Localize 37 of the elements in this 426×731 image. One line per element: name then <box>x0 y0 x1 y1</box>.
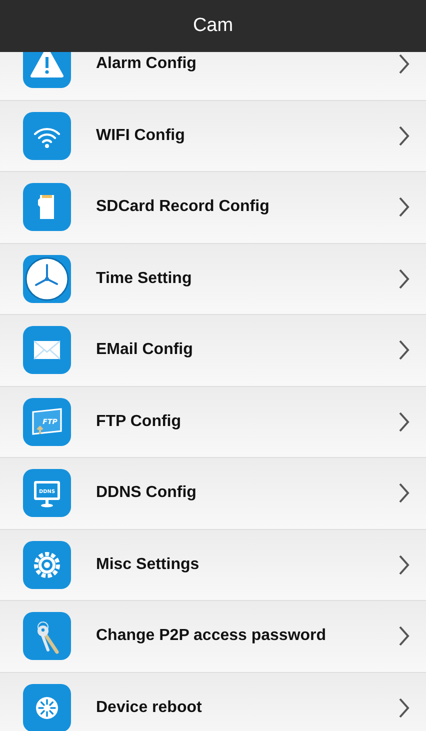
settings-icon <box>23 540 71 589</box>
envelope-icon <box>23 326 71 374</box>
settings-item[interactable]: Change P2P access password <box>0 601 426 672</box>
chevron-right-icon <box>398 410 410 433</box>
wifi-icon <box>23 112 71 160</box>
chevron-right-icon <box>398 482 410 504</box>
app-title: Cam <box>192 15 234 37</box>
settings-item[interactable]: SDCard Record Config <box>0 172 426 244</box>
item-label: EMail Config <box>96 341 194 360</box>
settings-item[interactable]: Misc Settings <box>0 530 426 601</box>
item-label: DDNS Config <box>96 484 198 502</box>
sd-card-icon <box>23 183 71 232</box>
item-label: Change P2P access password <box>96 627 328 646</box>
chevron-right-icon <box>398 124 410 147</box>
settings-item[interactable]: WIFI Config <box>0 100 426 172</box>
chevron-right-icon <box>398 339 410 362</box>
warning-icon <box>23 52 71 88</box>
key-icon <box>23 612 71 660</box>
chevron-right-icon <box>398 196 410 218</box>
settings-item[interactable]: Device reboot <box>0 672 426 731</box>
item-label: SDCard Record Config <box>96 198 270 216</box>
chevron-right-icon <box>398 53 410 76</box>
chevron-right-icon <box>398 268 410 290</box>
settings-item[interactable]: Alarm Config <box>0 52 426 100</box>
reboot-icon <box>23 684 71 731</box>
settings-item[interactable]: EMail Config <box>0 315 426 386</box>
item-label: FTP Config <box>96 412 182 431</box>
chevron-right-icon <box>398 696 410 719</box>
chevron-right-icon <box>398 625 410 648</box>
item-label: Device reboot <box>96 698 203 717</box>
item-label: Time Setting <box>96 270 193 288</box>
item-label: Alarm Config <box>96 55 198 74</box>
item-label: Misc Settings <box>96 556 200 574</box>
item-label: WIFI Config <box>96 126 186 145</box>
chevron-right-icon <box>398 554 410 576</box>
clock-icon <box>23 254 71 303</box>
settings-item[interactable]: Time Setting <box>0 244 426 315</box>
